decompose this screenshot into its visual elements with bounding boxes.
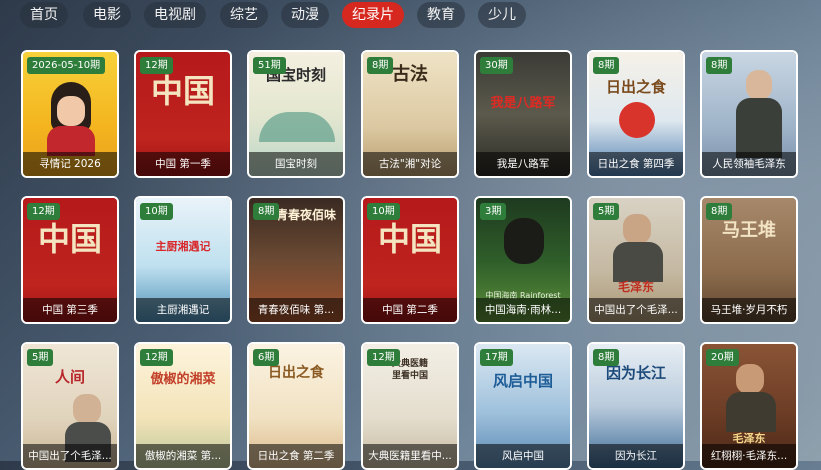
episode-badge: 8期 (367, 57, 394, 74)
program-title: 我是八路军 (476, 152, 570, 176)
poster-title-art: 中国 (377, 220, 442, 258)
program-card[interactable]: 8期 人民领袖毛泽东 (700, 50, 798, 178)
program-title: 马王堆·岁月不朽 (702, 298, 796, 322)
episode-badge: 51期 (253, 57, 286, 74)
program-title: 红栩栩·毛泽东... (702, 444, 796, 468)
program-card[interactable]: 大典医籍里看中国 12期 大典医籍里看中... (361, 342, 459, 470)
program-title: 青春夜佰味 第... (249, 298, 343, 322)
portrait-body (736, 98, 782, 158)
portrait-face (736, 364, 764, 394)
episode-badge: 12期 (140, 349, 173, 366)
episode-badge: 8期 (593, 57, 620, 74)
program-card[interactable]: 傲椒的湘菜 12期 傲椒的湘菜 第... (134, 342, 232, 470)
program-card[interactable]: 中国 12期 中国 第三季 (21, 196, 119, 324)
portrait-face (746, 70, 772, 100)
content-grid: 2026-05-10期 寻情记 2026 中国 12期 中国 第一季 国宝时刻 … (0, 0, 821, 470)
program-card[interactable]: 中国 10期 中国 第二季 (361, 196, 459, 324)
program-title: 中国 第一季 (136, 152, 230, 176)
poster-title-art: 人间 (54, 368, 85, 386)
program-title: 中国 第三季 (23, 298, 117, 322)
program-title: 古法"湘"对论 (363, 152, 457, 176)
program-title: 人民领袖毛泽东 (702, 152, 796, 176)
portrait-body (726, 392, 776, 432)
episode-badge: 8期 (253, 203, 280, 220)
program-title: 中国出了个毛泽... (589, 298, 683, 322)
poster-title-art: 我是八路军 (490, 96, 556, 111)
episode-badge: 30期 (480, 57, 513, 74)
episode-badge: 5期 (593, 203, 620, 220)
program-title: 寻情记 2026 (23, 152, 117, 176)
program-title: 风启中国 (476, 444, 570, 468)
poster-title-art: 毛泽东 (617, 280, 654, 294)
program-card[interactable]: 青春夜佰味 8期 青春夜佰味 第... (247, 196, 345, 324)
mountain-shape (259, 112, 335, 142)
poster-title-art: 风启中国 (492, 372, 553, 390)
episode-badge: 6期 (253, 349, 280, 366)
gibbon-figure (504, 218, 544, 264)
program-title: 日出之食 第四季 (589, 152, 683, 176)
episode-badge: 10期 (367, 203, 400, 220)
program-card[interactable]: 日出之食 8期 日出之食 第四季 (587, 50, 685, 178)
program-title: 日出之食 第二季 (249, 444, 343, 468)
episode-badge: 8期 (706, 57, 733, 74)
episode-badge: 10期 (140, 203, 173, 220)
host-face (57, 96, 85, 126)
episode-badge: 8期 (706, 203, 733, 220)
program-title: 国宝时刻 (249, 152, 343, 176)
episode-badge: 5期 (27, 349, 54, 366)
episode-badge: 17期 (480, 349, 513, 366)
program-title: 主厨湘遇记 (136, 298, 230, 322)
program-card[interactable]: 国宝时刻 51期 国宝时刻 (247, 50, 345, 178)
episode-badge: 12期 (27, 203, 60, 220)
portrait-body (613, 242, 663, 282)
program-card[interactable]: 马王堆 8期 马王堆·岁月不朽 (700, 196, 798, 324)
program-card[interactable]: 因为长江 8期 因为长江 (587, 342, 685, 470)
sun-shape (619, 102, 655, 138)
program-card[interactable]: 我是八路军 30期 我是八路军 (474, 50, 572, 178)
episode-badge: 8期 (593, 349, 620, 366)
episode-badge: 12期 (140, 57, 173, 74)
poster-title-art: 中国 (37, 220, 102, 258)
poster-title-art: 主厨湘遇记 (155, 240, 211, 253)
program-title: 中国 第二季 (363, 298, 457, 322)
program-card[interactable]: 中国海南 Rainforest 3期 中国海南·雨林... (474, 196, 572, 324)
program-title: 傲椒的湘菜 第... (136, 444, 230, 468)
poster-title-art: 中国 (150, 72, 215, 110)
program-title: 大典医籍里看中... (363, 444, 457, 468)
program-card[interactable]: 2026-05-10期 寻情记 2026 (21, 50, 119, 178)
program-card[interactable]: 毛泽东 5期 中国出了个毛泽... (587, 196, 685, 324)
program-card[interactable]: 主厨湘遇记 10期 主厨湘遇记 (134, 196, 232, 324)
program-card[interactable]: 中国 12期 中国 第一季 (134, 50, 232, 178)
program-card[interactable]: 人间 5期 中国出了个毛泽... (21, 342, 119, 470)
program-title: 中国出了个毛泽... (23, 444, 117, 468)
poster-title-art: 日出之食 (605, 78, 666, 96)
program-card[interactable]: 古法 8期 古法"湘"对论 (361, 50, 459, 178)
episode-badge: 2026-05-10期 (27, 57, 106, 74)
portrait-face (73, 394, 101, 424)
program-card[interactable]: 日出之食 6期 日出之食 第二季 (247, 342, 345, 470)
program-title: 中国海南·雨林... (476, 298, 570, 322)
episode-badge: 20期 (706, 349, 739, 366)
program-card[interactable]: 毛泽东 20期 红栩栩·毛泽东... (700, 342, 798, 470)
episode-badge: 3期 (480, 203, 507, 220)
program-card[interactable]: 风启中国 17期 风启中国 (474, 342, 572, 470)
program-title: 因为长江 (589, 444, 683, 468)
poster-title-art: 傲椒的湘菜 (150, 372, 216, 387)
portrait-face (623, 214, 651, 244)
episode-badge: 12期 (367, 349, 400, 366)
